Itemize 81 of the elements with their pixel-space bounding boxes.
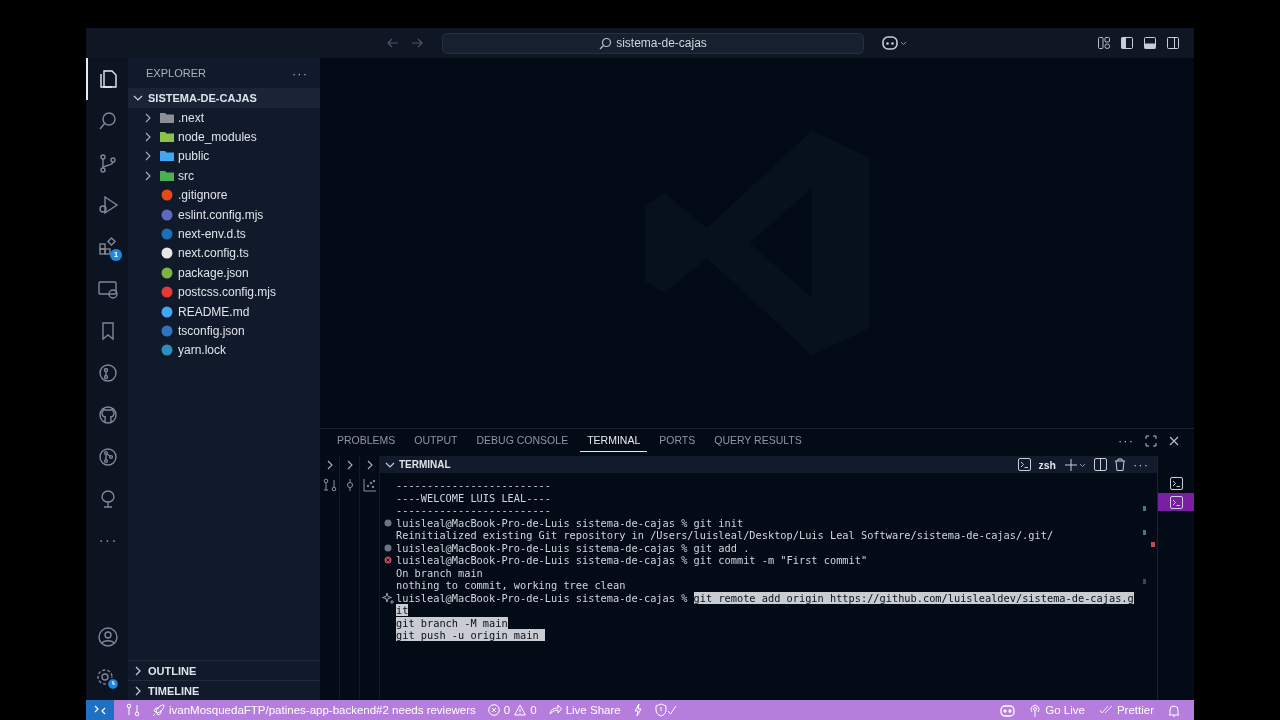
terminal-icon <box>1169 476 1183 490</box>
shield-check-icon[interactable] <box>654 703 677 717</box>
file-tree-item[interactable]: .gitignore <box>128 185 320 205</box>
terminal-text: ------------------------- <box>396 479 551 492</box>
command-marker-icon[interactable] <box>384 518 392 527</box>
activity-icon[interactable] <box>97 68 119 90</box>
rocket-icon <box>152 703 165 717</box>
lightning-icon[interactable] <box>632 703 643 717</box>
file-tree-item[interactable]: next.config.ts <box>128 243 320 264</box>
double-check-icon <box>1098 705 1113 715</box>
layout-customize-icon[interactable] <box>1097 36 1111 50</box>
remote-button[interactable] <box>86 700 114 720</box>
section-header[interactable]: OUTLINE <box>128 660 320 680</box>
notification-badge: 1 <box>110 249 122 261</box>
new-terminal-icon[interactable] <box>1065 458 1087 471</box>
command-search-box[interactable]: sistema-de-cajas <box>442 32 864 54</box>
git-compare-icon[interactable] <box>322 478 337 492</box>
terminal-text: luisleal@MacBook-Pro-de-Luis sistema-de-cajas % git commit -m "First commit" <box>396 554 868 567</box>
error-marker-icon[interactable] <box>384 556 392 565</box>
file-tree-item[interactable]: .next <box>128 108 320 128</box>
settings-icon[interactable] <box>95 667 121 691</box>
file-tree-item[interactable]: postcss.config.mjs <box>128 282 320 302</box>
activity-icon[interactable] <box>97 236 119 258</box>
more-actions-button[interactable]: ··· <box>1133 457 1149 472</box>
more-actions-button[interactable]: ··· <box>292 65 308 81</box>
terminal-text: luisleal@MacBook-Pro-de-Luis sistema-de-cajas % git init <box>396 516 744 529</box>
file-tree-item[interactable]: node_modules <box>128 127 320 147</box>
terminal-text: nothing to commit, working tree clean <box>396 579 626 592</box>
account-icon[interactable] <box>97 626 119 648</box>
toggle-sidebar-icon[interactable] <box>1120 36 1134 50</box>
panel-tab[interactable]: QUERY RESULTS <box>707 429 809 452</box>
panel-tab[interactable]: OUTPUT <box>407 429 465 452</box>
search-icon <box>599 36 613 50</box>
file-tree-item[interactable]: next-env.d.ts <box>128 224 320 244</box>
remote-icon <box>94 704 106 716</box>
trash-icon[interactable] <box>1114 458 1126 471</box>
warning-icon <box>514 704 527 716</box>
toggle-secondary-sidebar-icon[interactable] <box>1166 36 1180 50</box>
terminal-session-tab[interactable] <box>1158 493 1194 511</box>
file-tree-item[interactable]: public <box>128 146 320 167</box>
explorer-title: EXPLORER <box>146 67 206 79</box>
file-tree-item[interactable]: package.json <box>128 263 320 283</box>
terminal-text: ----WELCOME LUIS LEAL---- <box>396 491 551 504</box>
terminal-text: luisleal@MacBook-Pro-de-Luis sistema-de-cajas % git add . <box>396 541 750 554</box>
file-tree-item[interactable]: yarn.lock <box>128 340 320 361</box>
panel-tab[interactable]: PROBLEMS <box>330 429 403 452</box>
share-arrow-icon <box>548 704 562 716</box>
more-views-button[interactable]: ··· <box>98 532 118 550</box>
file-tree-item[interactable]: README.md <box>128 301 320 322</box>
terminal-icon <box>1169 495 1183 509</box>
git-compare-icon[interactable] <box>126 703 140 717</box>
panel-tab[interactable]: DEBUG CONSOLE <box>469 429 576 452</box>
close-icon[interactable] <box>1168 434 1180 447</box>
command-marker-icon[interactable] <box>384 543 392 552</box>
terminal-text: On branch main <box>396 566 483 579</box>
selected-text: it <box>396 604 409 617</box>
terminal-text: luisleal@MacBook-Pro-de-Luis sistema-de-cajas % <box>396 591 689 604</box>
toggle-panel-icon[interactable] <box>1143 36 1157 50</box>
selected-text: git branch -M main <box>396 616 508 629</box>
file-tree-item[interactable]: eslint.config.mjs <box>128 204 320 225</box>
file-tree-item[interactable]: tsconfig.json <box>128 321 320 341</box>
panel-tab[interactable]: PORTS <box>652 429 703 452</box>
terminal-text: Reinitialized existing Git repository in /Users/luisleal/Desktop/Luis Leal Software/sistema-de-cajas/.git/ <box>396 529 1054 542</box>
terminal-section-header[interactable]: TERMINAL <box>384 458 451 471</box>
panel-tab[interactable]: TERMINAL <box>580 429 648 452</box>
sparkle-icon[interactable] <box>382 591 394 604</box>
selected-text: git push -u origin main <box>396 629 545 642</box>
chart-icon[interactable] <box>362 478 377 492</box>
notifications-icon[interactable] <box>1168 703 1180 717</box>
folder-header[interactable]: SISTEMA-DE-CAJAS <box>128 88 320 108</box>
copilot-icon[interactable] <box>1000 703 1016 717</box>
terminal-icon <box>1018 458 1032 471</box>
split-icon[interactable] <box>1094 458 1107 471</box>
maximize-icon[interactable] <box>1145 434 1157 447</box>
more-actions-button[interactable]: ··· <box>1118 433 1134 448</box>
selected-text: git remote add origin https://github.com/luislealdev/sistema-de-cajas.g <box>693 591 1134 604</box>
terminal-text: ------------------------- <box>396 504 551 517</box>
broadcast-icon <box>1029 703 1042 717</box>
shell-name[interactable]: zsh <box>1038 458 1056 471</box>
file-tree-item[interactable]: src <box>128 166 320 186</box>
error-icon <box>487 704 500 716</box>
